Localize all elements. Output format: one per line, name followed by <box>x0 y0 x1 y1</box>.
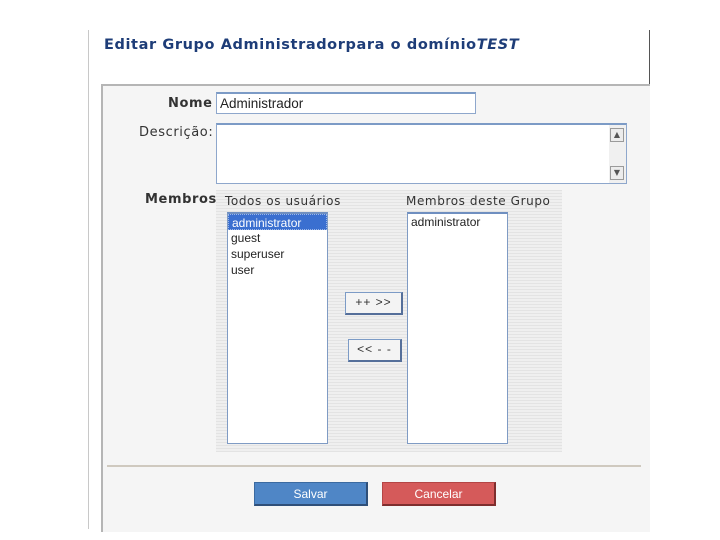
members-label: Membros <box>145 192 217 207</box>
group-members-label: Membros deste Grupo <box>406 194 551 208</box>
name-label: Nome <box>168 96 213 111</box>
description-label: Descrição: <box>139 125 214 140</box>
list-item-administrator[interactable]: administrator <box>228 214 327 230</box>
description-field[interactable]: ▲ ▼ <box>216 123 627 184</box>
group-member-administrator[interactable]: administrator <box>408 214 507 230</box>
list-item-superuser[interactable]: superuser <box>228 246 327 262</box>
list-item-user[interactable]: user <box>228 262 327 278</box>
add-member-button[interactable]: ++ >> <box>345 292 403 315</box>
all-users-label: Todos os usuários <box>225 194 341 208</box>
save-button[interactable]: Salvar <box>254 482 368 506</box>
title-main: Editar Grupo Administradorpara o domínio <box>104 37 477 53</box>
cancel-button[interactable]: Cancelar <box>382 482 496 506</box>
page-title: Editar Grupo Administradorpara o domínio… <box>104 37 624 53</box>
divider <box>107 465 641 467</box>
all-users-list[interactable]: administrator guest superuser user <box>227 212 328 444</box>
scroll-up-icon[interactable]: ▲ <box>610 128 624 142</box>
title-domain: TEST <box>476 37 520 53</box>
scroll-down-icon[interactable]: ▼ <box>610 166 624 180</box>
description-scrollbar[interactable]: ▲ ▼ <box>609 125 626 183</box>
name-field[interactable]: Administrador <box>216 92 476 114</box>
list-item-guest[interactable]: guest <box>228 230 327 246</box>
remove-member-button[interactable]: << - - <box>348 339 402 362</box>
group-members-list[interactable]: administrator <box>407 212 508 444</box>
